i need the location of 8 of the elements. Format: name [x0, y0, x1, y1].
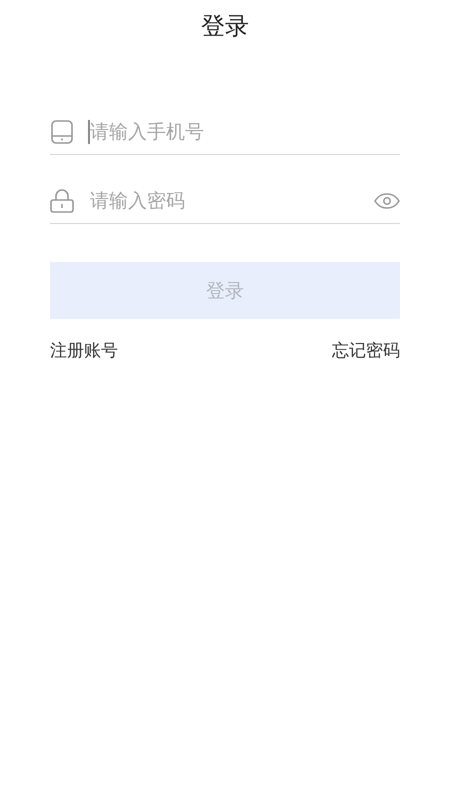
lock-icon [50, 189, 74, 213]
link[interactable]: 忘记密码 [332, 339, 400, 362]
phone-icon [50, 120, 74, 144]
page-title: 登录 [200, 11, 250, 42]
link[interactable]: 注册账号 [50, 339, 118, 362]
input-field[interactable]: 请输入手机号 [90, 121, 400, 143]
input-field[interactable]: 请输入密码 [90, 190, 374, 212]
eye-icon[interactable] [374, 193, 400, 209]
